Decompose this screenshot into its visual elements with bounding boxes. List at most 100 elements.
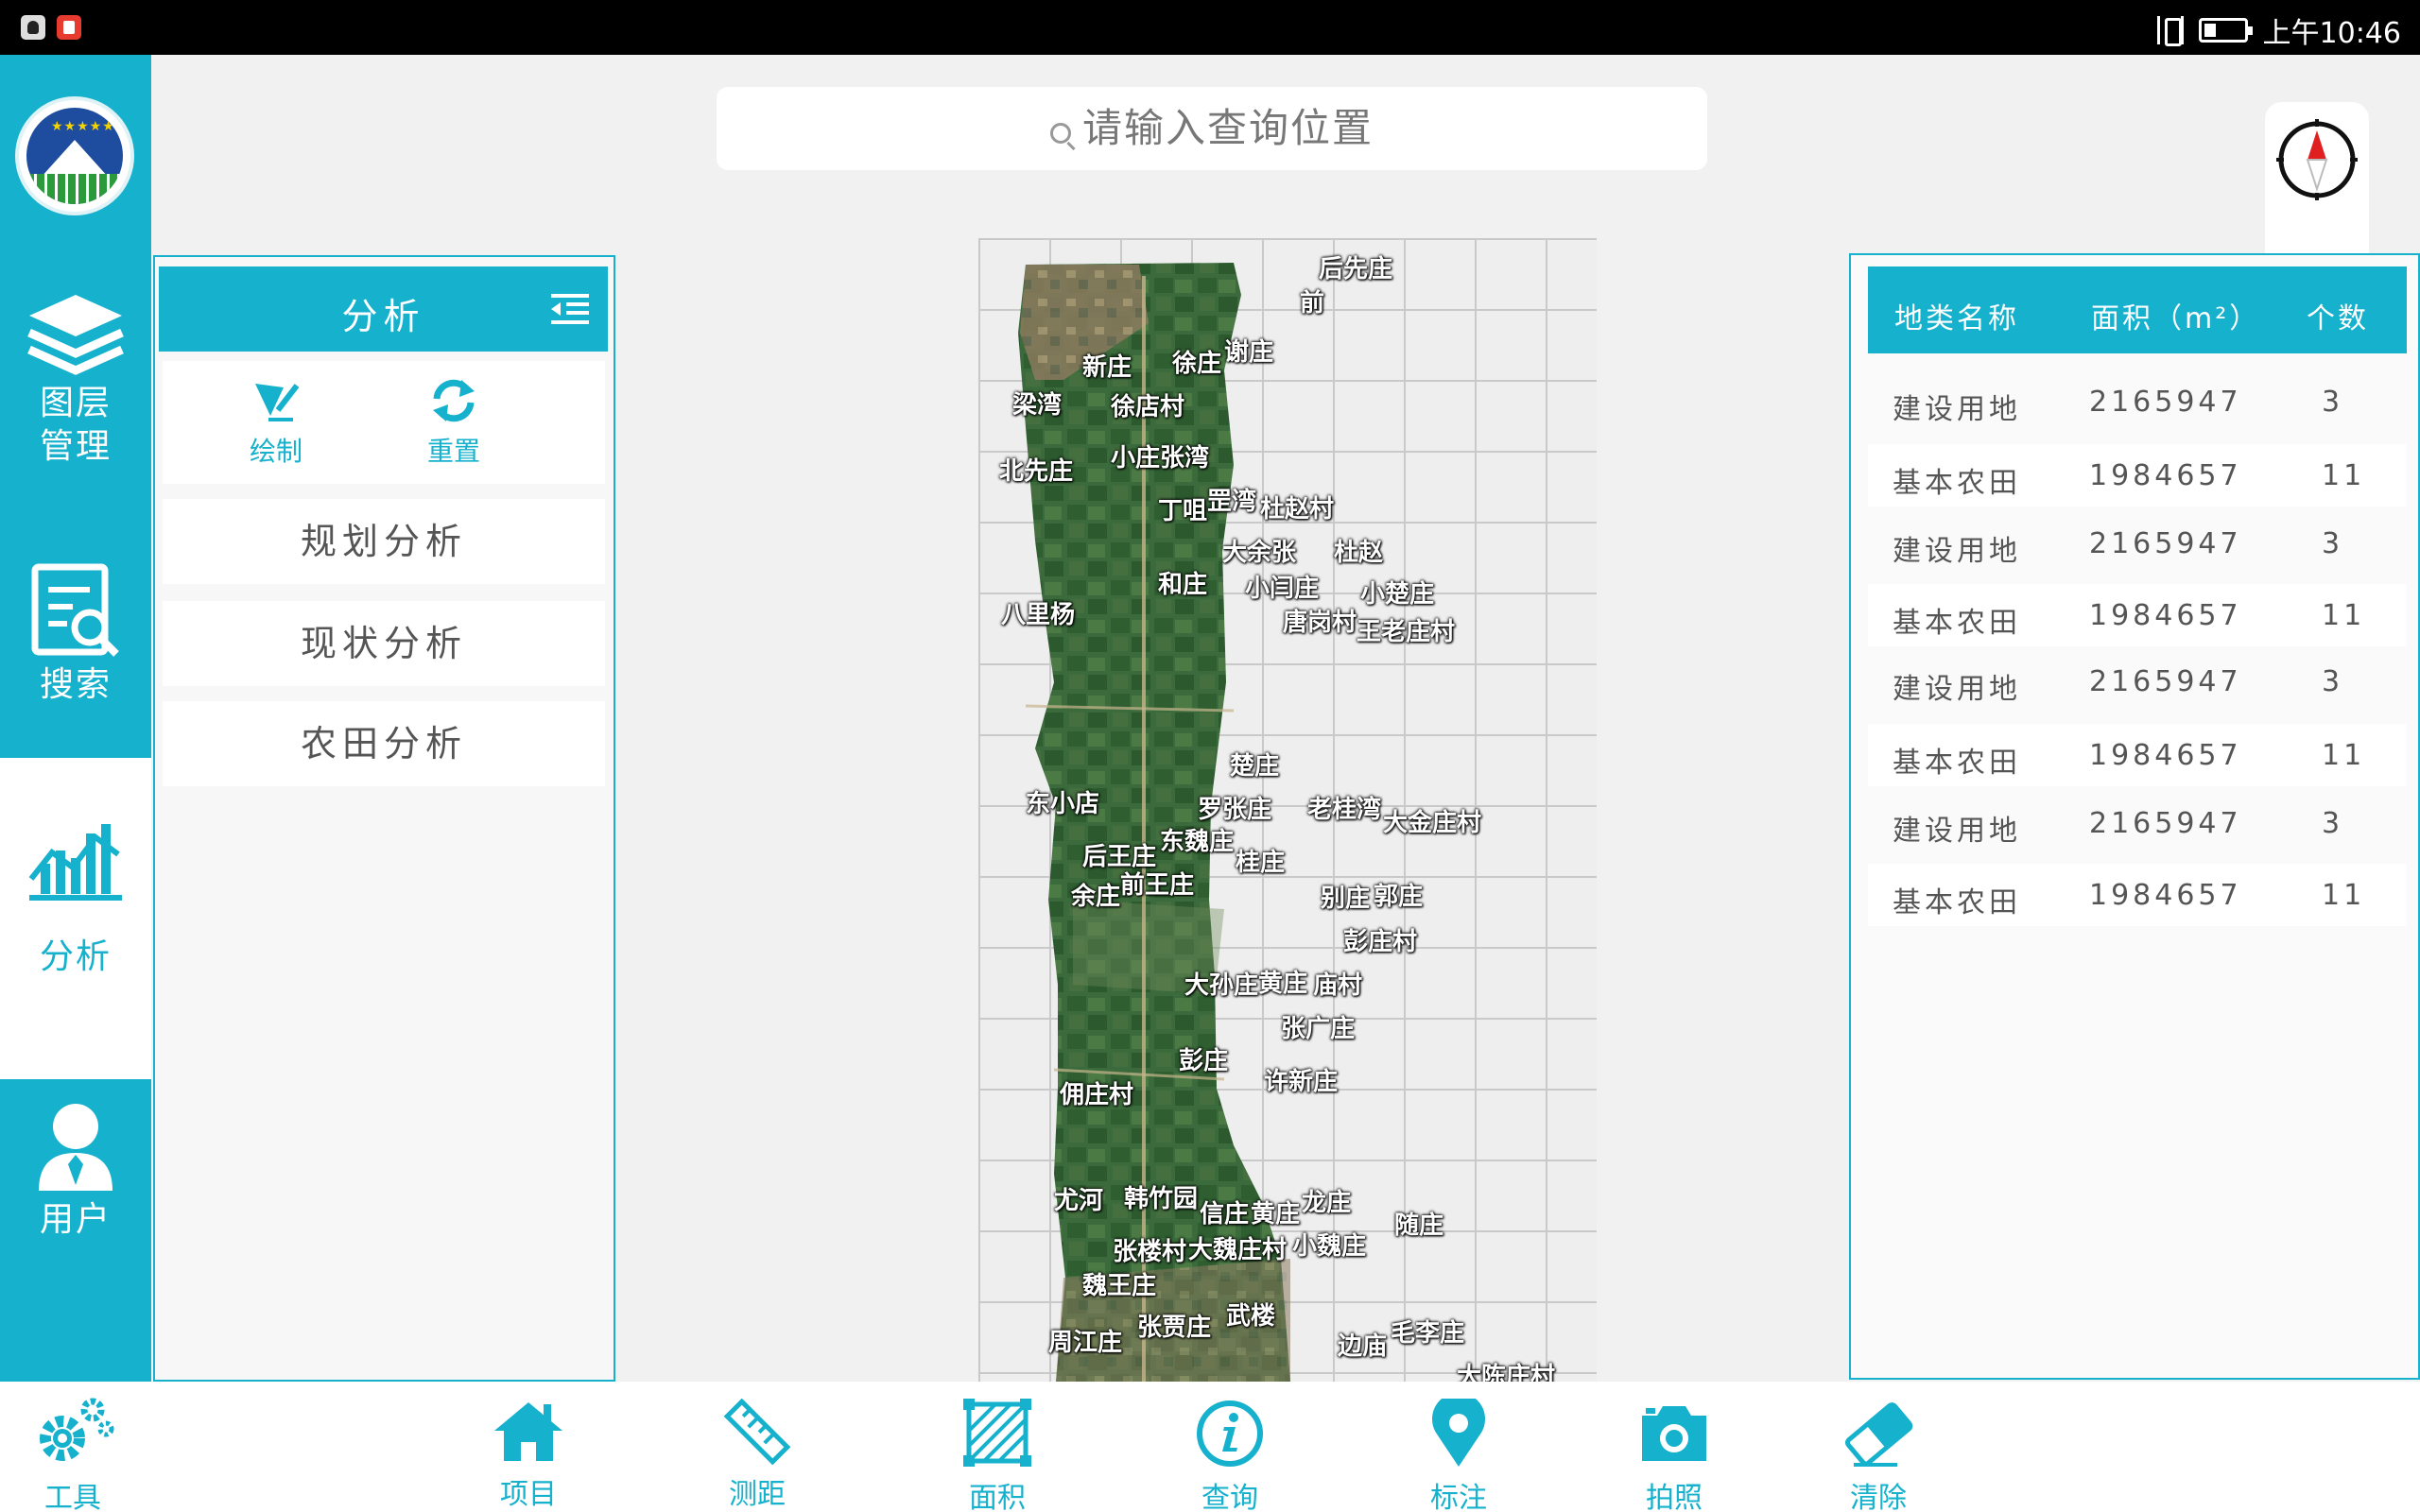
cell-count: 3 xyxy=(2322,527,2344,560)
refresh-icon xyxy=(433,379,475,422)
bottom-toolbar: 工具 项目 测距 面积 查询 标注 拍照 清除 xyxy=(0,1382,2420,1512)
village-label: 老桂湾 xyxy=(1307,796,1382,824)
table-row[interactable]: 基本农田 1984657 11 xyxy=(1868,864,2407,926)
village-label: 魏王庄 xyxy=(1082,1272,1157,1300)
village-label: 后先庄 xyxy=(1319,255,1393,284)
compass-icon xyxy=(2276,119,2358,200)
collapse-panel-icon[interactable] xyxy=(549,292,591,326)
cell-land-type: 基本农田 xyxy=(1893,607,2021,640)
menu-planning-analysis[interactable]: 规划分析 xyxy=(163,499,605,584)
table-row[interactable]: 基本农田 1984657 11 xyxy=(1868,584,2407,646)
nav-label: 用户 xyxy=(39,1200,112,1239)
table-row[interactable]: 建设用地 2165947 3 xyxy=(1868,512,2407,575)
nav-search[interactable]: 搜索 xyxy=(0,546,151,754)
menu-status-analysis[interactable]: 现状分析 xyxy=(163,601,605,686)
village-label: 随庄 xyxy=(1394,1211,1444,1240)
tools-button[interactable]: 工具 xyxy=(11,1393,134,1512)
village-label: 王老庄村 xyxy=(1357,618,1456,646)
tools-label: 工具 xyxy=(44,1482,101,1512)
village-label: 罡湾 xyxy=(1207,488,1257,516)
village-label: 小楚庄 xyxy=(1360,580,1435,609)
nav-label: 搜索 xyxy=(39,665,112,704)
village-label: 楚庄 xyxy=(1230,752,1280,781)
village-label: 北先庄 xyxy=(999,457,1074,486)
measure-area-button[interactable]: 面积 xyxy=(936,1399,1059,1512)
village-label: 尤河 xyxy=(1054,1187,1104,1215)
village-label: 前 xyxy=(1300,289,1325,318)
map-pin-icon xyxy=(1432,1399,1485,1467)
panel-title: 分析 xyxy=(341,296,425,337)
measure-distance-button[interactable]: 测距 xyxy=(696,1399,819,1512)
cell-area: 2165947 xyxy=(2089,386,2242,419)
village-label: 新庄 xyxy=(1082,353,1132,382)
reset-button[interactable]: 重置 xyxy=(388,378,520,469)
info-icon xyxy=(1197,1400,1263,1467)
village-label: 八里杨 xyxy=(1001,601,1076,629)
village-label: 韩竹园 xyxy=(1124,1185,1199,1213)
gears-icon xyxy=(40,1398,114,1461)
cell-land-type: 建设用地 xyxy=(1893,535,2021,568)
cell-count: 11 xyxy=(2322,459,2366,492)
nav-user[interactable]: 用户 xyxy=(0,1094,151,1302)
map-view[interactable]: 后先庄 前 新庄 徐庄 谢庄 梁湾 徐店村 北先庄 小庄张湾 丁咀 罡湾 杜赵村… xyxy=(978,238,1597,1382)
village-label: 张楼村 xyxy=(1113,1238,1187,1266)
village-label: 唐岗村 xyxy=(1283,609,1357,637)
panel-header: 分析 xyxy=(159,266,608,352)
search-placeholder: 请输入查询位置 xyxy=(1081,105,1374,151)
table-row[interactable]: 基本农田 1984657 11 xyxy=(1868,444,2407,507)
village-label: 周江庄 xyxy=(1048,1329,1123,1357)
table-row[interactable]: 建设用地 2165947 3 xyxy=(1868,370,2407,433)
nav-analysis[interactable]: 分析 xyxy=(0,758,151,1079)
village-label: 大余张 xyxy=(1222,539,1297,567)
table-row[interactable]: 建设用地 2165947 3 xyxy=(1868,650,2407,713)
project-button[interactable]: 项目 xyxy=(467,1399,590,1512)
notification-app-icon xyxy=(21,15,45,40)
cell-count: 3 xyxy=(2322,665,2344,698)
table-row[interactable]: 基本农田 1984657 11 xyxy=(1868,724,2407,786)
column-header-count: 个数 xyxy=(2307,302,2369,335)
cell-count: 3 xyxy=(2322,386,2344,419)
user-icon xyxy=(39,1104,112,1191)
nav-label: 管理 xyxy=(39,427,112,466)
photo-button[interactable]: 拍照 xyxy=(1613,1399,1736,1512)
village-label: 小魏庄 xyxy=(1292,1232,1367,1261)
nav-label: 图层 xyxy=(39,384,112,422)
battery-icon xyxy=(2198,18,2253,43)
village-label: 小闫庄 xyxy=(1245,575,1320,603)
area-icon xyxy=(963,1399,1031,1467)
ruler-icon xyxy=(723,1399,791,1465)
cell-land-type: 基本农田 xyxy=(1893,747,2021,780)
nav-label: 分析 xyxy=(39,937,112,976)
draw-pen-icon xyxy=(255,384,300,421)
village-label: 武楼 xyxy=(1226,1302,1276,1331)
compass-control[interactable] xyxy=(2265,102,2369,272)
cell-area: 2165947 xyxy=(2089,807,2242,840)
village-label: 庙村 xyxy=(1313,971,1363,1000)
nav-layer-management[interactable]: 图层 管理 xyxy=(0,280,151,527)
query-button[interactable]: 查询 xyxy=(1168,1399,1291,1512)
location-search-input[interactable]: 请输入查询位置 xyxy=(717,87,1707,170)
cell-land-type: 基本农田 xyxy=(1893,467,2021,500)
village-label: 张贾庄 xyxy=(1137,1314,1212,1342)
village-label: 张广庄 xyxy=(1281,1015,1356,1043)
village-label: 彭庄 xyxy=(1179,1047,1229,1075)
statistics-table: 地类名称 面积（m²） 个数 建设用地 2165947 3 基本农田 19846… xyxy=(1849,253,2420,1380)
vibrate-icon xyxy=(2156,16,2184,46)
village-label: 大孙庄 xyxy=(1184,971,1259,1000)
camera-icon xyxy=(1642,1406,1706,1461)
cell-area: 1984657 xyxy=(2089,599,2242,632)
village-label: 丁咀 xyxy=(1158,497,1208,525)
village-label: 黄庄 xyxy=(1251,1200,1301,1228)
measure-area-label: 面积 xyxy=(969,1482,1026,1512)
clear-label: 清除 xyxy=(1850,1482,1907,1512)
clear-button[interactable]: 清除 xyxy=(1817,1399,1940,1512)
cell-land-type: 建设用地 xyxy=(1893,815,2021,848)
village-label: 大陈庄村 xyxy=(1457,1363,1556,1382)
village-label: 梁湾 xyxy=(1012,391,1063,420)
table-row[interactable]: 建设用地 2165947 3 xyxy=(1868,792,2407,854)
annotate-button[interactable]: 标注 xyxy=(1397,1399,1520,1512)
cell-area: 1984657 xyxy=(2089,459,2242,492)
draw-button[interactable]: 绘制 xyxy=(210,378,342,469)
menu-farmland-analysis[interactable]: 农田分析 xyxy=(163,701,605,786)
village-label: 东魏庄 xyxy=(1160,828,1235,856)
